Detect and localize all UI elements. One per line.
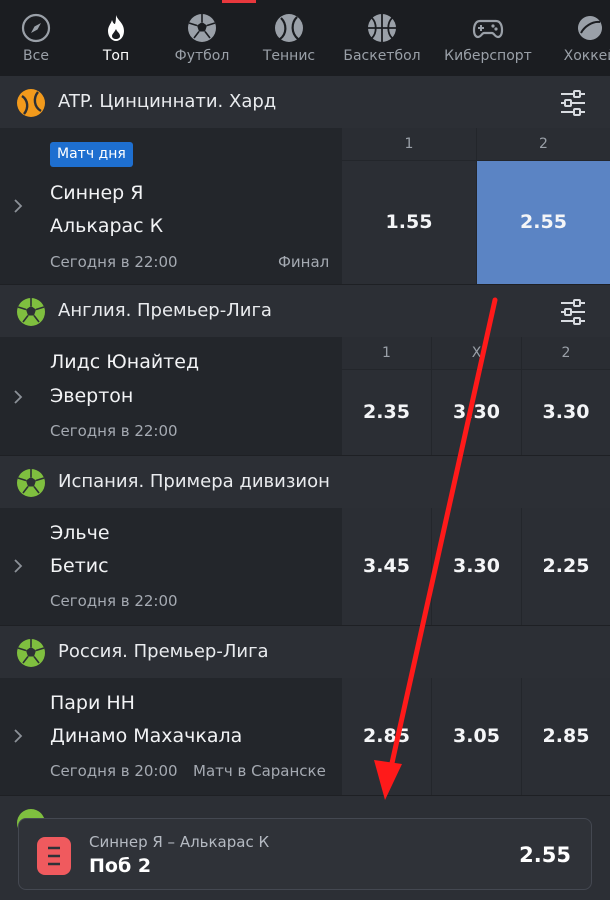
team-away: Эвертон — [50, 385, 134, 407]
nav-item-label: Все — [23, 48, 49, 64]
team-home: Эльче — [50, 522, 110, 544]
odd-button-1[interactable]: 3.45 — [342, 508, 431, 625]
tennis-ball-icon — [275, 14, 303, 42]
odd-button-2[interactable]: 3.30 — [522, 370, 610, 455]
nav-item-label: Хоккей — [563, 48, 610, 64]
flame-icon — [108, 15, 124, 41]
compass-icon — [21, 13, 51, 43]
nav-item-all[interactable]: Все — [6, 0, 66, 77]
betslip-bet: Поб 2 — [89, 855, 152, 877]
league-name: Россия. Премьер-Лига — [58, 641, 269, 662]
betslip-odd: 2.55 — [519, 843, 571, 867]
odds-header-1: 1 — [342, 337, 431, 369]
nav-item-hockey[interactable]: Хоккей — [558, 0, 610, 77]
betslip-icon — [37, 837, 71, 875]
match-venue: Матч в Саранске — [193, 762, 326, 780]
nav-item-label: Топ — [102, 48, 130, 64]
filter-icon[interactable] — [558, 89, 588, 117]
team-home: Пари НН — [50, 692, 135, 714]
league-name: ATP. Цинциннати. Хард — [58, 91, 277, 112]
league-name: Испания. Примера дивизион — [58, 471, 330, 492]
odd-button-x[interactable]: 3.30 — [432, 508, 521, 625]
nav-item-label: Баскетбол — [343, 48, 421, 64]
chevron-right-icon — [14, 729, 23, 743]
nav-item-esports[interactable]: Киберспорт — [440, 0, 536, 77]
team-home: Лидс Юнайтед — [50, 351, 200, 373]
nav-item-top[interactable]: Топ — [86, 0, 146, 77]
nav-item-basketball[interactable]: Баскетбол — [340, 0, 424, 77]
odds-header-1: 1 — [342, 128, 476, 160]
nav-item-label: Теннис — [262, 48, 316, 64]
nav-item-tennis[interactable]: Теннис — [256, 0, 322, 77]
match-row[interactable]: Матч дня Синнер Я Алькарас К Сегодня в 2… — [0, 128, 610, 284]
nav-item-football[interactable]: Футбол — [168, 0, 236, 77]
match-time: Сегодня в 22:00 — [50, 592, 178, 610]
odd-button-x[interactable]: 3.30 — [432, 370, 521, 455]
match-row[interactable]: Пари НН Динамо Махачкала Сегодня в 20:00… — [0, 678, 610, 795]
match-row[interactable]: Лидс Юнайтед Эвертон Сегодня в 22:00 1 X… — [0, 337, 610, 455]
team-away: Алькарас К — [50, 215, 164, 237]
filter-icon[interactable] — [558, 298, 588, 326]
odds-header-2: 2 — [477, 128, 610, 160]
basketball-icon — [368, 14, 396, 42]
odd-button-2[interactable]: 2.85 — [522, 678, 610, 795]
soccer-ball-icon — [188, 14, 216, 42]
soccer-ball-icon — [17, 639, 45, 667]
league-header[interactable]: Россия. Премьер-Лига — [0, 626, 610, 678]
match-of-day-badge: Матч дня — [50, 142, 133, 167]
nav-item-label: Футбол — [174, 48, 230, 64]
team-away: Динамо Махачкала — [50, 725, 243, 747]
match-stage: Финал — [278, 253, 330, 271]
match-time: Сегодня в 20:00 — [50, 762, 178, 780]
nav-item-label: Киберспорт — [444, 48, 532, 64]
league-header[interactable]: ATP. Цинциннати. Хард — [0, 76, 610, 128]
odd-button-1[interactable]: 1.55 — [342, 161, 476, 284]
odd-button-1[interactable]: 2.85 — [342, 678, 431, 795]
sport-nav: Все Топ Футбол Теннис Баскетбол Киберспо… — [0, 0, 610, 78]
team-away: Бетис — [50, 555, 109, 577]
league-name: Англия. Премьер-Лига — [58, 300, 272, 321]
betslip-match: Синнер Я – Алькарас К — [89, 833, 270, 851]
league-header[interactable]: Англия. Премьер-Лига — [0, 285, 610, 337]
chevron-right-icon — [14, 390, 23, 404]
hockey-puck-icon — [578, 16, 602, 40]
odds-header-x: X — [432, 337, 521, 369]
odd-button-2[interactable]: 2.25 — [522, 508, 610, 625]
match-time: Сегодня в 22:00 — [50, 253, 178, 271]
tennis-ball-icon — [17, 89, 45, 117]
match-row[interactable]: Эльче Бетис Сегодня в 22:00 3.45 3.30 2.… — [0, 508, 610, 625]
chevron-right-icon — [14, 199, 23, 213]
match-time: Сегодня в 22:00 — [50, 422, 178, 440]
soccer-ball-icon — [17, 298, 45, 326]
soccer-ball-icon — [17, 469, 45, 497]
gamepad-icon — [472, 19, 504, 39]
odd-button-x[interactable]: 3.05 — [432, 678, 521, 795]
team-home: Синнер Я — [50, 182, 144, 204]
odds-header-2: 2 — [522, 337, 610, 369]
odd-button-1[interactable]: 2.35 — [342, 370, 431, 455]
betslip-bar[interactable]: Синнер Я – Алькарас К Поб 2 2.55 — [18, 818, 592, 890]
odd-button-2-selected[interactable]: 2.55 — [477, 161, 610, 284]
league-header[interactable]: Испания. Примера дивизион — [0, 456, 610, 508]
chevron-right-icon — [14, 559, 23, 573]
